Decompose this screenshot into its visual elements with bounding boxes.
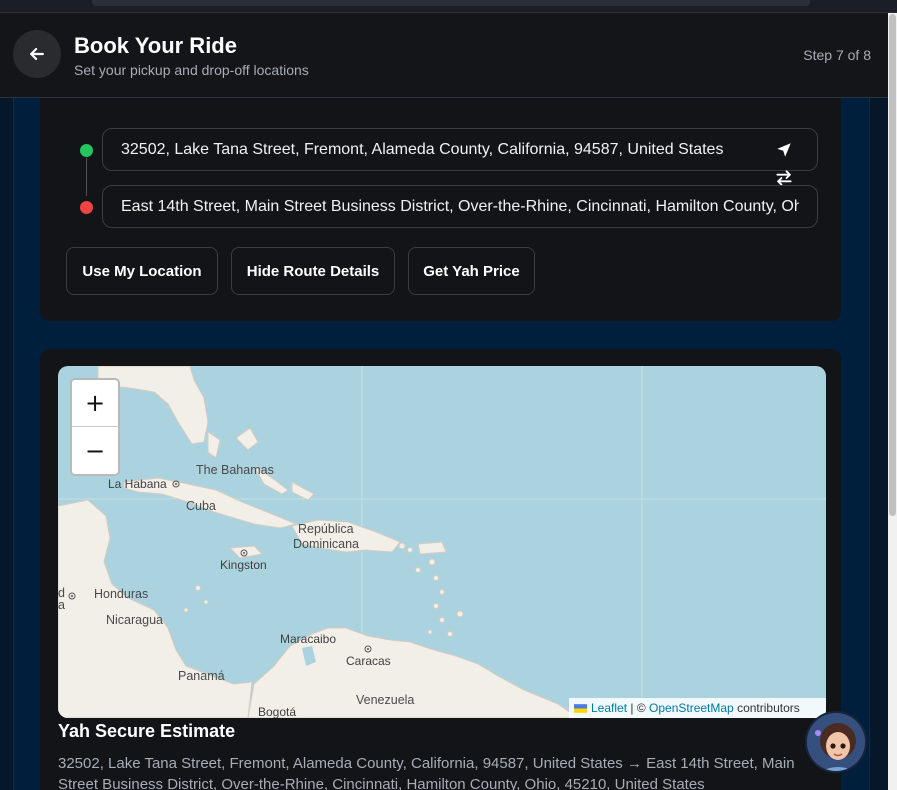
zoom-out-button[interactable]: − [72,427,118,474]
map-label-panama: Panamá [178,669,225,683]
use-my-location-button[interactable]: Use My Location [66,247,218,295]
zoom-in-button[interactable]: + [72,380,118,427]
route-map[interactable]: The Bahamas La Habana Cuba República Dom… [58,366,826,718]
browser-top-strip [0,0,897,13]
map-terrain [58,366,826,718]
dropoff-input[interactable] [103,186,817,227]
map-attribution: Leaflet | © OpenStreetMap contributors [569,698,826,718]
map-label-venezuela: Venezuela [356,693,415,707]
map-label-cuba: Cuba [186,499,216,513]
page-header: Book Your Ride Set your pickup and drop-… [0,13,888,98]
map-zoom-control: + − [70,378,120,476]
map-label-nicaragua: Nicaragua [106,613,163,627]
map-label-bahamas: The Bahamas [196,463,274,477]
map-label-honduras: Honduras [94,587,149,601]
map-label-maracaibo: Maracaibo [280,632,337,646]
route-connector-line [86,158,87,196]
map-label-la-habana: La Habana [108,477,167,491]
pickup-input[interactable] [103,129,817,170]
attribution-contributors: contributors [737,701,800,715]
map-label-bogota: Bogotá [258,705,297,718]
assistant-avatar[interactable] [805,711,867,773]
dropoff-field[interactable] [102,185,818,228]
openstreetmap-link[interactable]: OpenStreetMap [649,701,734,715]
address-bar[interactable] [92,0,810,6]
map-label-kingston: Kingston [220,558,267,572]
vertical-scrollbar[interactable] [888,13,897,790]
step-indicator: Step 7 of 8 [803,47,871,63]
leaflet-link[interactable]: Leaflet [591,701,627,715]
arrow-left-icon [30,47,44,61]
back-button[interactable] [13,30,61,78]
pickup-field[interactable] [102,128,818,171]
estimate-title: Yah Secure Estimate [58,721,236,741]
page-title: Book Your Ride [74,33,237,58]
map-label-edge-a: a [58,598,65,612]
map-label-republica: República [298,522,354,536]
estimate-route-text: 32502, Lake Tana Street, Fremont, Alamed… [58,755,795,790]
scrollbar-thumb[interactable] [889,14,896,516]
pickup-marker-dot [80,144,93,157]
page-subtitle: Set your pickup and drop-off locations [74,62,309,78]
attribution-separator: | © [630,701,646,715]
navigation-arrow-icon[interactable] [775,141,793,159]
dropoff-marker-dot [80,201,93,214]
map-label-caracas: Caracas [346,654,391,668]
get-price-button[interactable]: Get Yah Price [408,247,535,295]
hide-route-details-button[interactable]: Hide Route Details [231,247,395,295]
ukraine-flag-icon [574,703,587,713]
map-label-dominicana: Dominicana [293,537,360,551]
